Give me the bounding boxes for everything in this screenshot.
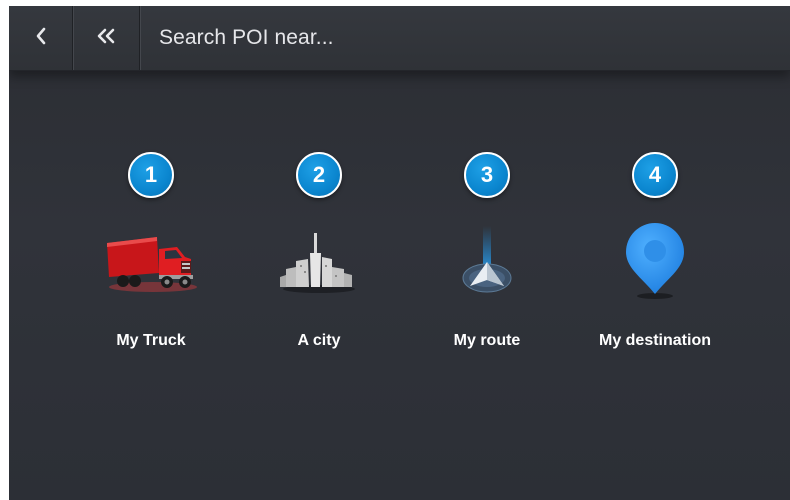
option-label: My route <box>453 332 521 349</box>
route-arrow-icon <box>412 222 562 302</box>
option-my-truck[interactable]: 1 My Truck <box>76 152 226 362</box>
option-a-city[interactable]: 2 A city <box>244 152 394 362</box>
separator <box>139 6 140 70</box>
double-chevron-left-icon <box>94 26 118 51</box>
option-my-destination[interactable]: 4 My destination <box>580 152 730 362</box>
chevron-left-icon <box>34 26 48 51</box>
number-badge: 2 <box>296 152 342 198</box>
option-my-route[interactable]: 3 My route <box>412 152 562 362</box>
option-label: A city <box>297 332 341 349</box>
poi-search-screen: Search POI near... 1 My Truck 2 A city 3… <box>9 6 790 500</box>
back-button[interactable] <box>9 6 72 70</box>
number-badge: 1 <box>128 152 174 198</box>
option-label: My destination <box>598 332 711 349</box>
number-badge: 3 <box>464 152 510 198</box>
option-label: My Truck <box>116 332 186 349</box>
city-icon <box>244 222 394 302</box>
truck-icon <box>76 222 226 302</box>
destination-pin-icon <box>580 222 730 302</box>
top-bar: Search POI near... <box>9 6 790 71</box>
number-badge: 4 <box>632 152 678 198</box>
back-to-start-button[interactable] <box>73 6 139 70</box>
page-title: Search POI near... <box>159 26 334 49</box>
